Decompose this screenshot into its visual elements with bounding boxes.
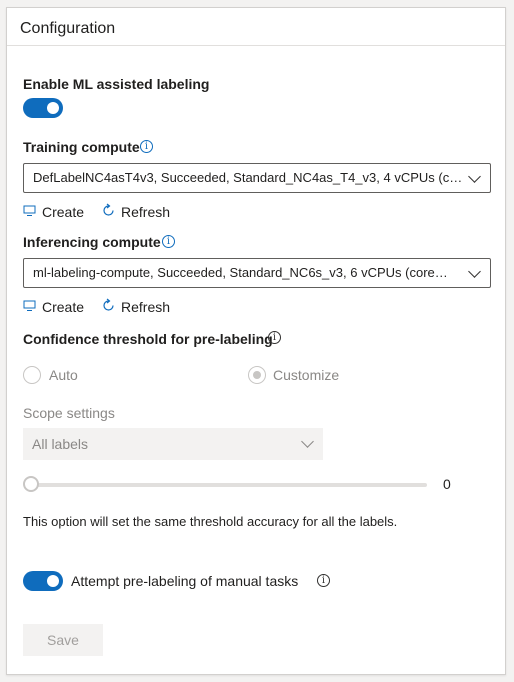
threshold-slider-thumb[interactable]	[23, 476, 39, 492]
info-icon[interactable]: i	[162, 235, 175, 248]
training-refresh-label: Refresh	[121, 204, 171, 220]
prelabel-label: Attempt pre-labeling of manual tasks	[71, 573, 299, 589]
chevron-down-icon	[468, 265, 481, 278]
prelabel-toggle[interactable]	[23, 571, 63, 591]
ml-assist-label: Enable ML assisted labeling	[23, 76, 210, 92]
ml-assist-toggle[interactable]	[23, 98, 63, 118]
save-button[interactable]: Save	[23, 624, 103, 656]
training-compute-value: DefLabelNC4asT4v3, Succeeded, Standard_N…	[33, 170, 463, 185]
training-compute-dropdown[interactable]: DefLabelNC4asT4v3, Succeeded, Standard_N…	[23, 163, 491, 193]
scope-settings-label: Scope settings	[23, 405, 115, 421]
confidence-customize-radio[interactable]	[248, 366, 266, 384]
refresh-icon	[103, 298, 114, 311]
inferencing-compute-dropdown[interactable]: ml-labeling-compute, Succeeded, Standard…	[23, 258, 491, 288]
training-refresh-button[interactable]: Refresh	[101, 203, 171, 220]
inferencing-compute-value: ml-labeling-compute, Succeeded, Standard…	[33, 265, 448, 280]
chevron-down-icon	[301, 435, 314, 448]
threshold-slider-value: 0	[443, 476, 451, 492]
scope-dropdown-value: All labels	[32, 436, 89, 452]
panel-title: Configuration	[7, 8, 505, 46]
confidence-customize-label: Customize	[273, 367, 340, 383]
scope-dropdown[interactable]: All labels	[23, 428, 323, 460]
inferencing-create-label: Create	[42, 299, 85, 315]
chevron-down-icon	[468, 170, 481, 183]
inferencing-refresh-label: Refresh	[121, 299, 171, 315]
inferencing-refresh-button[interactable]: Refresh	[101, 298, 171, 315]
monitor-icon	[23, 300, 36, 311]
monitor-icon	[23, 205, 36, 216]
configuration-panel: Configuration Enable ML assisted labelin…	[6, 7, 506, 675]
inferencing-compute-label: Inferencing compute	[23, 234, 161, 250]
threshold-slider-track[interactable]	[31, 483, 427, 487]
training-create-label: Create	[42, 204, 85, 220]
training-compute-label: Training compute	[23, 139, 140, 155]
confidence-threshold-label: Confidence threshold for pre-labeling	[23, 331, 273, 347]
confidence-auto-label: Auto	[49, 367, 78, 383]
training-create-button[interactable]: Create	[23, 204, 84, 220]
confidence-auto-radio[interactable]	[23, 366, 41, 384]
inferencing-create-button[interactable]: Create	[23, 299, 84, 315]
refresh-icon	[103, 203, 114, 216]
info-icon[interactable]: i	[268, 331, 281, 344]
info-icon[interactable]: i	[317, 574, 330, 587]
scope-note: This option will set the same threshold …	[23, 514, 398, 529]
info-icon[interactable]: i	[140, 140, 153, 153]
